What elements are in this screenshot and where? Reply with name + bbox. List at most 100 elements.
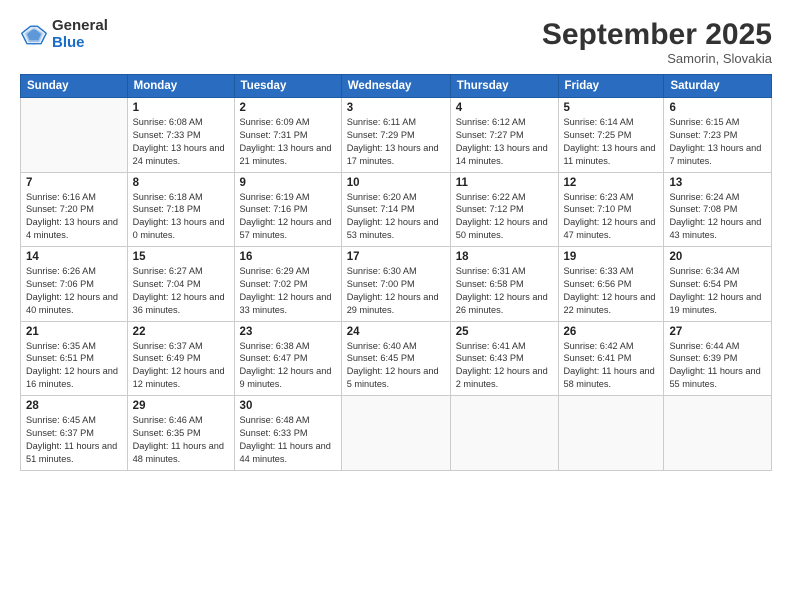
- day-info: Sunrise: 6:08 AM Sunset: 7:33 PM Dayligh…: [133, 116, 229, 168]
- day-number: 5: [564, 102, 659, 114]
- table-row: 6 Sunrise: 6:15 AM Sunset: 7:23 PM Daylig…: [664, 98, 772, 173]
- logo-text: General Blue: [52, 18, 108, 51]
- col-friday: Friday: [558, 75, 664, 98]
- table-row: 23 Sunrise: 6:38 AM Sunset: 6:47 PM Dayli…: [234, 321, 341, 396]
- table-row: 5 Sunrise: 6:14 AM Sunset: 7:25 PM Daylig…: [558, 98, 664, 173]
- table-row: 10 Sunrise: 6:20 AM Sunset: 7:14 PM Dayli…: [341, 172, 450, 247]
- day-info: Sunrise: 6:20 AM Sunset: 7:14 PM Dayligh…: [347, 191, 445, 243]
- col-monday: Monday: [127, 75, 234, 98]
- day-number: 19: [564, 251, 659, 263]
- day-info: Sunrise: 6:14 AM Sunset: 7:25 PM Dayligh…: [564, 116, 659, 168]
- logo-blue-label: Blue: [52, 35, 108, 52]
- table-row: 8 Sunrise: 6:18 AM Sunset: 7:18 PM Daylig…: [127, 172, 234, 247]
- day-number: 4: [456, 102, 553, 114]
- day-info: Sunrise: 6:48 AM Sunset: 6:33 PM Dayligh…: [240, 414, 336, 466]
- day-number: 20: [669, 251, 766, 263]
- day-number: 15: [133, 251, 229, 263]
- table-row: 1Sunrise: 6:08 AM Sunset: 7:33 PM Daylig…: [127, 98, 234, 173]
- day-number: 29: [133, 400, 229, 412]
- table-row: 2 Sunrise: 6:09 AM Sunset: 7:31 PM Daylig…: [234, 98, 341, 173]
- table-row: 25Sunrise: 6:41 AM Sunset: 6:43 PM Dayli…: [450, 321, 558, 396]
- table-row: 21Sunrise: 6:35 AM Sunset: 6:51 PM Dayli…: [21, 321, 128, 396]
- day-info: Sunrise: 6:45 AM Sunset: 6:37 PM Dayligh…: [26, 414, 122, 466]
- day-number: 2: [240, 102, 336, 114]
- table-row: 16Sunrise: 6:29 AM Sunset: 7:02 PM Dayli…: [234, 247, 341, 322]
- table-row: 14Sunrise: 6:26 AM Sunset: 7:06 PM Dayli…: [21, 247, 128, 322]
- day-number: 22: [133, 326, 229, 338]
- table-row: 11 Sunrise: 6:22 AM Sunset: 7:12 PM Dayli…: [450, 172, 558, 247]
- day-info: Sunrise: 6:26 AM Sunset: 7:06 PM Dayligh…: [26, 265, 122, 317]
- day-info: Sunrise: 6:09 AM Sunset: 7:31 PM Dayligh…: [240, 116, 336, 168]
- table-row: 30Sunrise: 6:48 AM Sunset: 6:33 PM Dayli…: [234, 396, 341, 471]
- table-row: 26 Sunrise: 6:42 AM Sunset: 6:41 PM Dayli…: [558, 321, 664, 396]
- table-row: 13Sunrise: 6:24 AM Sunset: 7:08 PM Dayli…: [664, 172, 772, 247]
- day-info: Sunrise: 6:37 AM Sunset: 6:49 PM Dayligh…: [133, 340, 229, 392]
- day-number: 8: [133, 177, 229, 189]
- table-row: 15 Sunrise: 6:27 AM Sunset: 7:04 PM Dayli…: [127, 247, 234, 322]
- calendar-table: Sunday Monday Tuesday Wednesday Thursday…: [20, 74, 772, 471]
- day-info: Sunrise: 6:22 AM Sunset: 7:12 PM Dayligh…: [456, 191, 553, 243]
- day-info: Sunrise: 6:35 AM Sunset: 6:51 PM Dayligh…: [26, 340, 122, 392]
- calendar-week-row: 14Sunrise: 6:26 AM Sunset: 7:06 PM Dayli…: [21, 247, 772, 322]
- day-number: 27: [669, 326, 766, 338]
- table-row: 9 Sunrise: 6:19 AM Sunset: 7:16 PM Daylig…: [234, 172, 341, 247]
- table-row: 27 Sunrise: 6:44 AM Sunset: 6:39 PM Dayli…: [664, 321, 772, 396]
- col-thursday: Thursday: [450, 75, 558, 98]
- table-row: [558, 396, 664, 471]
- day-info: Sunrise: 6:15 AM Sunset: 7:23 PM Dayligh…: [669, 116, 766, 168]
- day-info: Sunrise: 6:46 AM Sunset: 6:35 PM Dayligh…: [133, 414, 229, 466]
- day-info: Sunrise: 6:44 AM Sunset: 6:39 PM Dayligh…: [669, 340, 766, 392]
- calendar-week-row: 1Sunrise: 6:08 AM Sunset: 7:33 PM Daylig…: [21, 98, 772, 173]
- col-tuesday: Tuesday: [234, 75, 341, 98]
- day-number: 25: [456, 326, 553, 338]
- month-title: September 2025: [542, 18, 772, 51]
- day-info: Sunrise: 6:16 AM Sunset: 7:20 PM Dayligh…: [26, 191, 122, 243]
- day-number: 16: [240, 251, 336, 263]
- day-info: Sunrise: 6:42 AM Sunset: 6:41 PM Dayligh…: [564, 340, 659, 392]
- day-number: 18: [456, 251, 553, 263]
- header: General Blue September 2025 Samorin, Slo…: [20, 18, 772, 66]
- day-info: Sunrise: 6:31 AM Sunset: 6:58 PM Dayligh…: [456, 265, 553, 317]
- table-row: [450, 396, 558, 471]
- table-row: 17 Sunrise: 6:30 AM Sunset: 7:00 PM Dayli…: [341, 247, 450, 322]
- day-number: 28: [26, 400, 122, 412]
- day-number: 26: [564, 326, 659, 338]
- day-info: Sunrise: 6:40 AM Sunset: 6:45 PM Dayligh…: [347, 340, 445, 392]
- day-number: 9: [240, 177, 336, 189]
- table-row: 19Sunrise: 6:33 AM Sunset: 6:56 PM Dayli…: [558, 247, 664, 322]
- day-number: 7: [26, 177, 122, 189]
- page: General Blue September 2025 Samorin, Slo…: [0, 0, 792, 612]
- day-info: Sunrise: 6:23 AM Sunset: 7:10 PM Dayligh…: [564, 191, 659, 243]
- calendar-week-row: 21Sunrise: 6:35 AM Sunset: 6:51 PM Dayli…: [21, 321, 772, 396]
- day-number: 24: [347, 326, 445, 338]
- logo: General Blue: [20, 18, 108, 51]
- table-row: 29 Sunrise: 6:46 AM Sunset: 6:35 PM Dayli…: [127, 396, 234, 471]
- day-info: Sunrise: 6:34 AM Sunset: 6:54 PM Dayligh…: [669, 265, 766, 317]
- day-number: 17: [347, 251, 445, 263]
- col-sunday: Sunday: [21, 75, 128, 98]
- table-row: 12 Sunrise: 6:23 AM Sunset: 7:10 PM Dayli…: [558, 172, 664, 247]
- day-info: Sunrise: 6:19 AM Sunset: 7:16 PM Dayligh…: [240, 191, 336, 243]
- day-info: Sunrise: 6:38 AM Sunset: 6:47 PM Dayligh…: [240, 340, 336, 392]
- day-number: 23: [240, 326, 336, 338]
- col-wednesday: Wednesday: [341, 75, 450, 98]
- day-info: Sunrise: 6:24 AM Sunset: 7:08 PM Dayligh…: [669, 191, 766, 243]
- calendar-header-row: Sunday Monday Tuesday Wednesday Thursday…: [21, 75, 772, 98]
- day-info: Sunrise: 6:30 AM Sunset: 7:00 PM Dayligh…: [347, 265, 445, 317]
- table-row: 28 Sunrise: 6:45 AM Sunset: 6:37 PM Dayli…: [21, 396, 128, 471]
- table-row: 20 Sunrise: 6:34 AM Sunset: 6:54 PM Dayli…: [664, 247, 772, 322]
- table-row: 24 Sunrise: 6:40 AM Sunset: 6:45 PM Dayli…: [341, 321, 450, 396]
- logo-icon: [20, 21, 48, 49]
- day-number: 3: [347, 102, 445, 114]
- table-row: [664, 396, 772, 471]
- day-info: Sunrise: 6:27 AM Sunset: 7:04 PM Dayligh…: [133, 265, 229, 317]
- table-row: 18 Sunrise: 6:31 AM Sunset: 6:58 PM Dayli…: [450, 247, 558, 322]
- day-number: 10: [347, 177, 445, 189]
- table-row: 22 Sunrise: 6:37 AM Sunset: 6:49 PM Dayli…: [127, 321, 234, 396]
- calendar-week-row: 7 Sunrise: 6:16 AM Sunset: 7:20 PM Daylig…: [21, 172, 772, 247]
- day-number: 6: [669, 102, 766, 114]
- day-number: 11: [456, 177, 553, 189]
- day-info: Sunrise: 6:18 AM Sunset: 7:18 PM Dayligh…: [133, 191, 229, 243]
- table-row: 4Sunrise: 6:12 AM Sunset: 7:27 PM Daylig…: [450, 98, 558, 173]
- day-number: 12: [564, 177, 659, 189]
